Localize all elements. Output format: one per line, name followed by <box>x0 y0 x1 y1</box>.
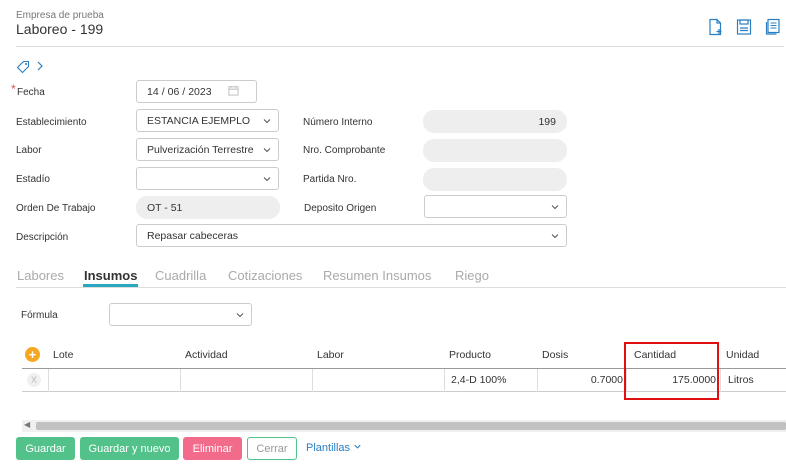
fecha-month[interactable]: 06 <box>168 86 180 98</box>
chevron-down-icon[interactable] <box>550 231 560 241</box>
tab-cotizaciones[interactable]: Cotizaciones <box>228 268 302 283</box>
orden-trabajo-value: OT - 51 <box>147 201 183 214</box>
chevron-down-icon[interactable] <box>235 310 245 320</box>
formula-select[interactable] <box>109 303 252 326</box>
col-producto: Producto <box>449 349 492 361</box>
cerrar-button[interactable]: Cerrar <box>247 437 297 460</box>
cell-dosis[interactable]: 0.7000 <box>540 374 623 386</box>
col-actividad: Actividad <box>185 349 228 361</box>
guardar-y-nuevo-button[interactable]: Guardar y nuevo <box>80 437 179 460</box>
descripcion-label: Descripción <box>16 232 69 243</box>
chevron-down-icon[interactable] <box>550 202 560 212</box>
estadio-label: Estadío <box>16 174 50 185</box>
chevron-down-icon <box>353 442 362 454</box>
cell-divider <box>312 369 313 392</box>
chevron-down-icon[interactable] <box>262 174 272 184</box>
orden-trabajo-field: OT - 51 <box>136 196 280 219</box>
fecha-year[interactable]: 2023 <box>188 86 211 98</box>
plantillas-link[interactable]: Plantillas <box>306 442 362 454</box>
labor-select[interactable]: Pulverización Terrestre <box>136 138 279 161</box>
cell-producto[interactable]: 2,4-D 100% <box>451 374 506 386</box>
remove-row-icon[interactable]: X <box>27 373 41 387</box>
cantidad-highlight <box>624 342 719 400</box>
col-labor: Labor <box>317 349 344 361</box>
establecimiento-value: ESTANCIA EJEMPLO <box>147 114 251 127</box>
descripcion-field[interactable]: Repasar cabeceras <box>136 224 567 247</box>
fecha-required-mark: * <box>11 82 16 96</box>
fecha-label: Fecha <box>17 87 45 98</box>
date-separator: / <box>161 85 165 98</box>
cell-divider <box>444 369 445 392</box>
add-row-icon[interactable]: + <box>25 347 40 362</box>
active-tab-indicator <box>83 284 138 287</box>
cell-divider <box>180 369 181 392</box>
establecimiento-label: Establecimiento <box>16 117 87 128</box>
cell-divider <box>537 369 538 392</box>
deposito-origen-label: Deposito Origen <box>304 203 377 214</box>
cell-unidad[interactable]: Litros <box>728 374 754 386</box>
tab-labores[interactable]: Labores <box>17 268 64 283</box>
descripcion-value: Repasar cabeceras <box>147 229 239 242</box>
scroll-left-arrow-icon[interactable]: ◀ <box>24 420 30 429</box>
save-icon[interactable] <box>735 18 753 36</box>
partida-nro-label: Partida Nro. <box>303 174 357 185</box>
tabs-divider <box>16 287 786 288</box>
chevron-down-icon[interactable] <box>262 145 272 155</box>
header-divider <box>16 46 784 47</box>
cell-divider <box>720 369 721 392</box>
company-name: Empresa de prueba <box>16 10 104 21</box>
tag-icon[interactable] <box>16 60 30 74</box>
tab-resumen-insumos[interactable]: Resumen Insumos <box>323 268 431 283</box>
tab-insumos[interactable]: Insumos <box>84 268 137 283</box>
date-separator: / <box>182 85 186 98</box>
plantillas-label: Plantillas <box>306 442 351 454</box>
fecha-input[interactable]: 14 / 06 / 2023 <box>136 80 257 103</box>
labor-value: Pulverización Terrestre <box>147 143 254 156</box>
formula-label: Fórmula <box>21 310 58 321</box>
cell-divider <box>48 369 49 392</box>
numero-interno-label: Número Interno <box>303 117 373 128</box>
col-lote: Lote <box>53 349 74 361</box>
col-unidad: Unidad <box>726 349 760 361</box>
tab-cuadrilla[interactable]: Cuadrilla <box>155 268 206 283</box>
tab-riego[interactable]: Riego <box>455 268 489 283</box>
numero-interno-value: 199 <box>538 115 556 128</box>
numero-interno-field: 199 <box>423 110 567 133</box>
copy-icon[interactable] <box>764 18 782 36</box>
deposito-origen-select[interactable] <box>424 195 567 218</box>
estadio-select[interactable] <box>136 167 279 190</box>
col-dosis: Dosis <box>542 349 569 361</box>
eliminar-button[interactable]: Eliminar <box>183 437 242 460</box>
fecha-day[interactable]: 14 <box>147 86 159 98</box>
guardar-button[interactable]: Guardar <box>16 437 75 460</box>
establecimiento-select[interactable]: ESTANCIA EJEMPLO <box>136 109 279 132</box>
chevron-right-icon[interactable] <box>36 60 44 72</box>
partida-nro-field[interactable] <box>423 168 567 191</box>
nro-comprobante-field[interactable] <box>423 139 567 162</box>
chevron-down-icon[interactable] <box>262 116 272 126</box>
calendar-icon[interactable] <box>228 85 239 99</box>
scrollbar-thumb[interactable] <box>36 422 786 430</box>
new-document-icon[interactable] <box>706 18 724 36</box>
page-title: Laboreo - 199 <box>16 21 104 37</box>
nro-comprobante-label: Nro. Comprobante <box>303 145 386 156</box>
labor-label: Labor <box>16 145 42 156</box>
orden-trabajo-label: Orden De Trabajo <box>16 203 96 214</box>
